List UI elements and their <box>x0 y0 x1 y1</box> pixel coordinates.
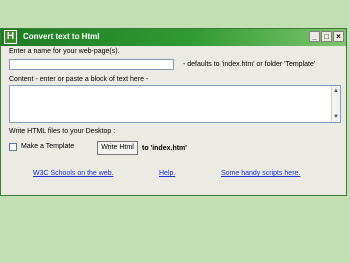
write-html-button[interactable]: Write Html <box>97 141 138 155</box>
page-name-input-value <box>10 68 12 75</box>
w3c-schools-link[interactable]: W3C Schools on the web. <box>33 170 114 177</box>
page-name-input[interactable] <box>9 59 174 70</box>
html-h-icon: H <box>4 30 17 44</box>
make-template-label: Make a Template <box>21 143 75 150</box>
handy-scripts-link[interactable]: Some handy scripts here. <box>221 170 300 177</box>
window-title: Convert text to Html <box>23 32 100 41</box>
content-prompt: Content - enter or paste a block of text… <box>9 76 149 83</box>
content-textarea[interactable]: ▲ ▼ <box>9 85 341 123</box>
page-name-prompt: Enter a name for your web-page(s). <box>9 48 120 55</box>
content-textarea-value <box>10 94 12 101</box>
close-button[interactable]: × <box>333 31 344 42</box>
scroll-up-arrow-icon[interactable]: ▲ <box>332 87 340 95</box>
write-files-label: Write HTML files to your Desktop : <box>9 128 116 135</box>
content-scrollbar[interactable]: ▲ ▼ <box>331 86 340 122</box>
maximize-button[interactable]: □ <box>321 31 332 42</box>
scroll-down-arrow-icon[interactable]: ▼ <box>332 113 340 121</box>
write-target-text: to 'index.htm' <box>142 145 187 152</box>
page-name-hint: - defaults to 'index.htm' or folder 'Tem… <box>183 61 316 68</box>
help-link[interactable]: Help. <box>159 170 175 177</box>
converter-window: H Convert text to Html _ □ × Enter a nam… <box>0 28 347 196</box>
make-template-checkbox[interactable] <box>9 143 17 151</box>
minimize-button[interactable]: _ <box>309 31 320 42</box>
title-bar[interactable]: H Convert text to Html _ □ × <box>1 29 346 46</box>
